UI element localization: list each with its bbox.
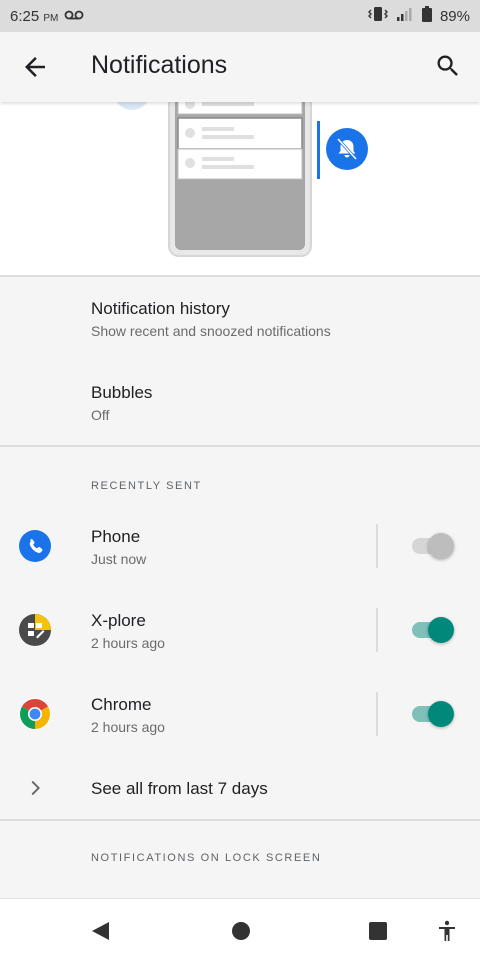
- back-nav-icon[interactable]: [89, 919, 113, 943]
- recents-nav-icon[interactable]: [366, 919, 390, 943]
- battery-icon: [421, 6, 432, 26]
- chrome-app-icon: [19, 698, 51, 730]
- divider: [376, 692, 378, 736]
- notification-history-item[interactable]: Notification history Show recent and sno…: [0, 299, 480, 347]
- app-row-chrome[interactable]: Chrome 2 hours ago: [0, 692, 480, 736]
- notification-history-subtitle: Show recent and snoozed notifications: [91, 323, 331, 339]
- xplore-notification-toggle[interactable]: [410, 615, 456, 645]
- divider: [376, 524, 378, 568]
- app-row-phone[interactable]: Phone Just now: [0, 524, 480, 568]
- bubbles-item[interactable]: Bubbles Off: [0, 383, 480, 431]
- divider: [0, 275, 480, 277]
- notifications-illustration: [0, 102, 480, 276]
- notification-history-title: Notification history: [91, 299, 230, 318]
- app-name: X-plore: [91, 611, 146, 630]
- chevron-right-icon: [24, 777, 46, 804]
- back-arrow-icon[interactable]: [20, 52, 50, 82]
- app-time: 2 hours ago: [91, 719, 165, 735]
- vibrate-icon: [367, 6, 388, 26]
- recently-sent-header: RECENTLY SENT: [91, 480, 202, 492]
- phone-notification-toggle[interactable]: [410, 531, 456, 561]
- bubbles-subtitle: Off: [91, 407, 110, 423]
- phone-app-icon: [19, 530, 51, 562]
- app-name: Phone: [91, 527, 141, 546]
- see-all-item[interactable]: See all from last 7 days: [0, 770, 480, 806]
- app-name: Chrome: [91, 695, 152, 714]
- app-time: 2 hours ago: [91, 635, 165, 651]
- status-bar: 6:25 PM 89%: [0, 0, 480, 32]
- divider: [0, 819, 480, 821]
- bubbles-title: Bubbles: [91, 383, 153, 402]
- divider: [0, 445, 480, 447]
- page-title: Notifications: [91, 51, 228, 79]
- clock: 6:25 PM: [10, 7, 59, 25]
- app-bar: Notifications: [0, 32, 480, 102]
- divider: [376, 608, 378, 652]
- voicemail-icon: [64, 8, 84, 25]
- battery-percent: 89%: [439, 7, 470, 25]
- lock-screen-header: NOTIFICATIONS ON LOCK SCREEN: [91, 852, 322, 864]
- home-nav-icon[interactable]: [229, 919, 253, 943]
- signal-icon: [396, 7, 414, 25]
- app-row-xplore[interactable]: X-plore 2 hours ago: [0, 608, 480, 652]
- xplore-app-icon: [19, 614, 51, 646]
- navigation-bar: [0, 898, 480, 960]
- app-time: Just now: [91, 551, 147, 567]
- accessibility-icon[interactable]: [435, 919, 459, 943]
- chrome-notification-toggle[interactable]: [410, 699, 456, 729]
- search-icon[interactable]: [434, 52, 462, 80]
- see-all-label: See all from last 7 days: [91, 779, 268, 798]
